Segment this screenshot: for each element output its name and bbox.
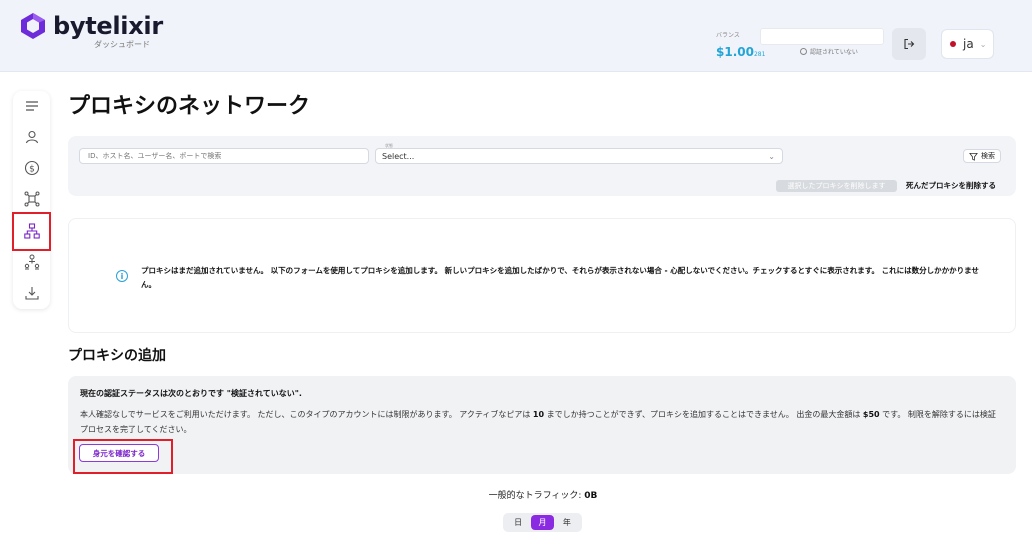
search-input[interactable] <box>79 148 369 164</box>
sidebar-item-account[interactable] <box>13 124 50 150</box>
search-button[interactable]: 検索 <box>963 149 1001 163</box>
filter-icon <box>969 152 978 161</box>
clock-icon <box>800 48 807 55</box>
traffic-summary: 一般的なトラフィック: 0B <box>0 488 1032 501</box>
balance-value: $1.00281 <box>716 45 766 59</box>
dollar-icon: $ <box>24 160 39 176</box>
japan-flag-icon <box>950 41 956 47</box>
period-tabs: 日 月 年 <box>503 513 582 532</box>
balance-display: バランス $1.00281 <box>716 30 765 60</box>
verification-description: 本人確認なしでサービスをご利用いただけます。 ただし、このタイプのアカウントには… <box>80 410 996 434</box>
logout-button[interactable] <box>892 28 926 60</box>
chevron-down-icon: ⌄ <box>979 39 987 49</box>
status-filter-select[interactable]: Select... ⌄ <box>375 148 783 164</box>
traffic-value: 0B <box>584 491 598 501</box>
download-icon <box>24 287 39 300</box>
search-button-label: 検索 <box>981 152 995 160</box>
language-code: ja <box>963 37 974 51</box>
info-panel: i プロキシはまだ追加されていません。 以下のフォームを使用してプロキシを追加し… <box>68 218 1016 333</box>
info-message: プロキシはまだ追加されていません。 以下のフォームを使用してプロキシを追加します… <box>141 266 979 289</box>
verification-heading: 現在の認証ステータスは次のとおりです "検証されていない". <box>80 389 302 398</box>
delete-selected-button[interactable]: 選択したプロキシを削除します <box>776 180 897 192</box>
chevron-down-icon: ⌄ <box>768 152 775 161</box>
tab-month[interactable]: 月 <box>530 515 554 530</box>
status-filter-value: Select... <box>382 151 415 161</box>
header-progress-field <box>760 28 884 45</box>
verify-button-highlight <box>73 439 173 474</box>
brand-logo[interactable]: bytelixir <box>20 12 163 40</box>
language-selector[interactable]: ja ⌄ <box>941 29 994 59</box>
info-icon: i <box>116 270 128 282</box>
brand-name: bytelixir <box>53 12 163 40</box>
sidebar-item-downloads[interactable] <box>13 280 50 306</box>
brand-subtitle: ダッシュボード <box>94 40 150 49</box>
tab-year[interactable]: 年 <box>555 515 578 530</box>
bytelixir-logo-icon <box>21 13 45 39</box>
filter-panel: 状態 Select... ⌄ 検索 選択したプロキシを削除します 死んだプロキシ… <box>68 136 1016 196</box>
verification-status-text: 認証されていない <box>810 49 858 56</box>
user-icon <box>25 130 38 144</box>
balance-label: バランス <box>716 32 740 39</box>
sidebar-nav: $ <box>13 91 50 309</box>
verification-status: 認証されていない <box>800 47 858 56</box>
top-header: bytelixir ダッシュボード バランス $1.00281 認証されていない… <box>0 0 1032 72</box>
sidebar-item-referrals[interactable] <box>13 249 50 275</box>
sidebar-item-earnings[interactable]: $ <box>13 155 50 181</box>
referral-icon <box>24 254 39 270</box>
svg-text:$: $ <box>29 164 35 174</box>
delete-dead-proxies-button[interactable]: 死んだプロキシを削除する <box>906 180 996 192</box>
traffic-label: 一般的なトラフィック: <box>488 491 582 501</box>
add-proxy-title: プロキシの追加 <box>68 348 166 364</box>
active-item-highlight <box>12 212 51 251</box>
page-title: プロキシのネットワーク <box>68 94 311 119</box>
tab-day[interactable]: 日 <box>507 515 530 530</box>
logout-icon <box>904 38 915 50</box>
network-icon <box>24 191 39 207</box>
sidebar-item-menu[interactable] <box>13 93 50 119</box>
verification-panel: 現在の認証ステータスは次のとおりです "検証されていない". 本人確認なしでサー… <box>68 376 1016 474</box>
menu-icon <box>25 101 38 111</box>
sidebar-item-nodes[interactable] <box>13 186 50 212</box>
